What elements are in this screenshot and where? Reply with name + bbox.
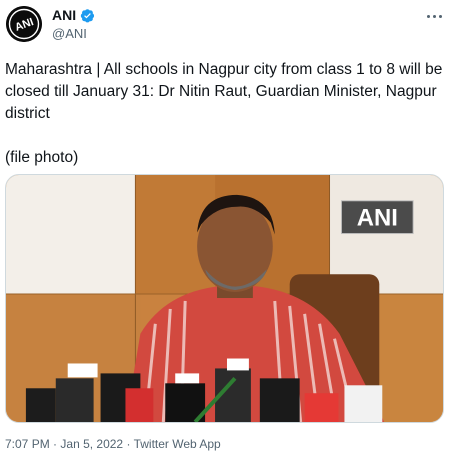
meta-separator: · xyxy=(53,437,58,451)
name-row: ANI xyxy=(52,7,95,23)
tweet-source: Twitter Web App xyxy=(133,437,221,451)
display-name[interactable]: ANI xyxy=(52,7,76,23)
verified-badge-icon xyxy=(80,8,95,22)
tweet-date[interactable]: Jan 5, 2022 xyxy=(60,437,123,451)
tweet-photo[interactable]: ANI xyxy=(5,174,444,423)
press-conference-photo: ANI xyxy=(6,175,443,422)
avatar[interactable]: ANI xyxy=(6,6,42,42)
account-handle[interactable]: @ANI xyxy=(52,26,87,41)
more-dot-icon xyxy=(438,14,442,18)
tweet-time[interactable]: 7:07 PM xyxy=(5,437,50,451)
tweet-card: ANI ANI @ANI Maharashtra | All schools i… xyxy=(0,0,455,460)
tweet-text: Maharashtra | All schools in Nagpur city… xyxy=(5,61,443,166)
photo-watermark: ANI xyxy=(357,205,398,232)
meta-separator: · xyxy=(126,437,131,451)
more-options-button[interactable] xyxy=(423,9,445,23)
tweet-metadata: 7:07 PM · Jan 5, 2022 · Twitter Web App xyxy=(5,437,221,451)
ani-logo-icon: ANI xyxy=(6,6,42,42)
more-dot-icon xyxy=(426,14,430,18)
more-dot-icon xyxy=(432,14,436,18)
